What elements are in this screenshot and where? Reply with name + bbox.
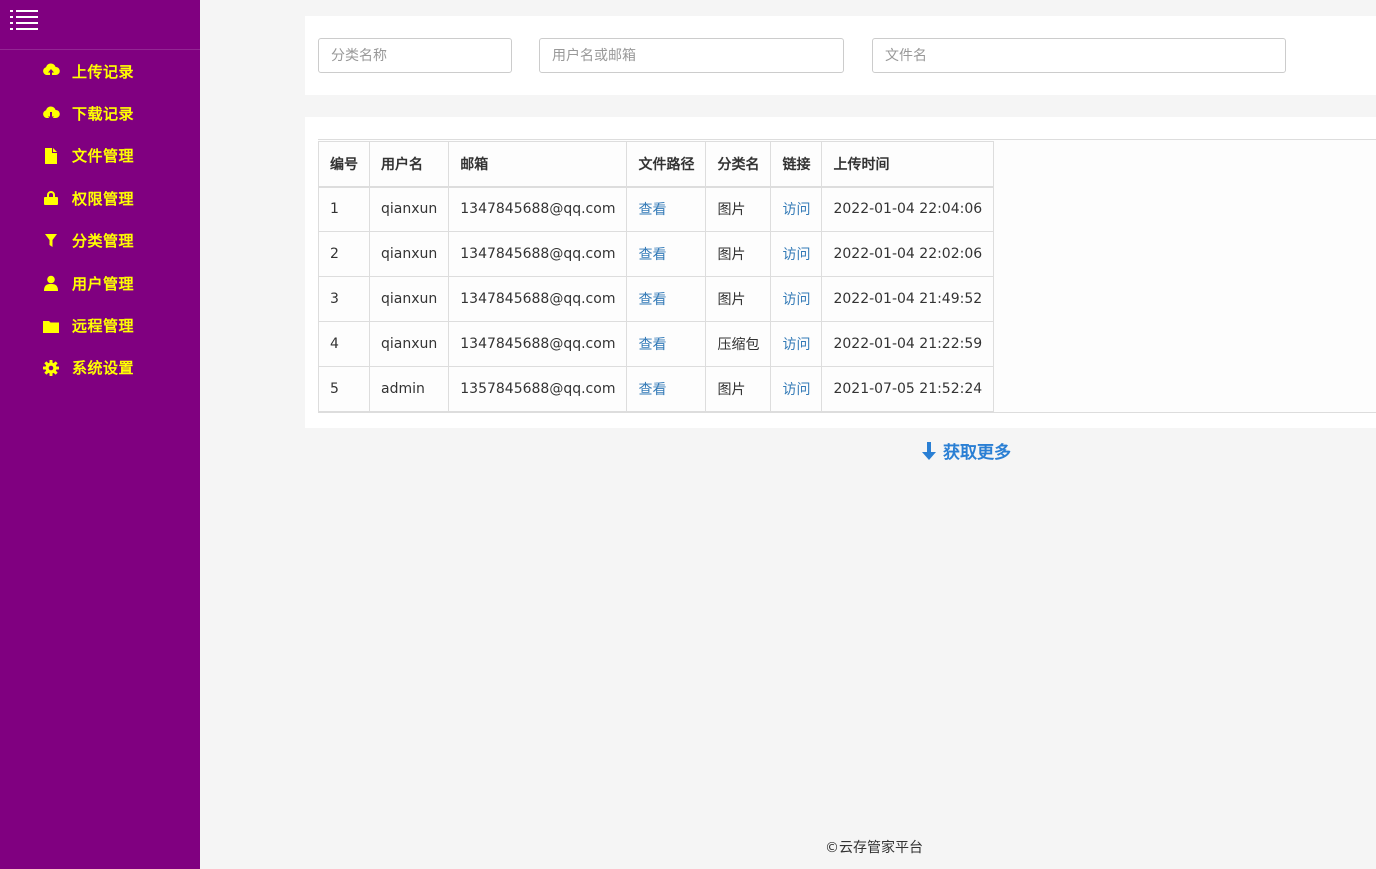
sidebar-nav: 上传记录 下载记录 文件管理 权限管理 分类管理 用户管理 远程管理 系统设置 — [0, 50, 200, 389]
cell-id: 4 — [318, 321, 370, 367]
cell-id: 2 — [318, 231, 370, 277]
filter-panel — [305, 16, 1376, 95]
sidebar: 上传记录 下载记录 文件管理 权限管理 分类管理 用户管理 远程管理 系统设置 — [0, 0, 200, 869]
cell-category: 图片 — [705, 366, 772, 412]
cell-id: 3 — [318, 276, 370, 322]
sidebar-item-download-records[interactable]: 下载记录 — [0, 92, 200, 134]
cell-file-path: 查看 — [626, 231, 707, 277]
lock-icon — [42, 189, 60, 207]
visit-link[interactable]: 访问 — [782, 337, 810, 353]
table-row: 4 qianxun 1347845688@qq.com 查看 压缩包 访问 20… — [318, 321, 995, 367]
cell-category: 图片 — [705, 186, 772, 232]
cell-upload-time: 2021-07-05 21:52:24 — [821, 366, 995, 412]
filename-input[interactable] — [872, 38, 1286, 73]
table-row: 2 qianxun 1347845688@qq.com 查看 图片 访问 202… — [318, 231, 995, 277]
table-row: 3 qianxun 1347845688@qq.com 查看 图片 访问 202… — [318, 276, 995, 322]
view-file-link[interactable]: 查看 — [638, 247, 666, 263]
sidebar-item-permission-management[interactable]: 权限管理 — [0, 177, 200, 219]
visit-link[interactable]: 访问 — [782, 202, 810, 218]
view-file-link[interactable]: 查看 — [638, 337, 666, 353]
sidebar-item-label: 分类管理 — [72, 232, 135, 251]
cell-email: 1347845688@qq.com — [448, 276, 628, 322]
cell-file-path: 查看 — [626, 276, 707, 322]
cell-upload-time: 2022-01-04 22:02:06 — [821, 231, 995, 277]
table-header-row: 编号 用户名 邮箱 文件路径 分类名 链接 上传时间 — [318, 141, 995, 188]
sidebar-item-upload-records[interactable]: 上传记录 — [0, 50, 200, 92]
filter-icon — [42, 232, 60, 250]
load-more-button[interactable]: 获取更多 — [921, 438, 1011, 463]
sidebar-item-system-settings[interactable]: 系统设置 — [0, 347, 200, 389]
table-container: 编号 用户名 邮箱 文件路径 分类名 链接 上传时间 1 qianxun 134… — [318, 139, 1376, 413]
cell-upload-time: 2022-01-04 21:22:59 — [821, 321, 995, 367]
visit-link[interactable]: 访问 — [782, 292, 810, 308]
cell-link: 访问 — [770, 366, 823, 412]
category-name-input[interactable] — [318, 38, 512, 73]
cell-file-path: 查看 — [626, 321, 707, 367]
sidebar-item-label: 用户管理 — [72, 274, 135, 293]
cell-id: 5 — [318, 366, 370, 412]
cloud-upload-icon — [42, 62, 60, 80]
column-header-link: 链接 — [770, 141, 823, 188]
sidebar-item-file-management[interactable]: 文件管理 — [0, 135, 200, 177]
cell-link: 访问 — [770, 231, 823, 277]
cell-email: 1347845688@qq.com — [448, 231, 628, 277]
column-header-file-path: 文件路径 — [626, 141, 707, 188]
cell-username: admin — [368, 366, 450, 412]
cell-email: 1357845688@qq.com — [448, 366, 628, 412]
footer-copyright: ©云存管家平台 — [825, 840, 923, 856]
column-header-category: 分类名 — [705, 141, 772, 188]
cell-file-path: 查看 — [626, 186, 707, 232]
sidebar-item-label: 远程管理 — [72, 317, 135, 336]
cell-email: 1347845688@qq.com — [448, 186, 628, 232]
cell-upload-time: 2022-01-04 21:49:52 — [821, 276, 995, 322]
sidebar-item-label: 文件管理 — [72, 147, 135, 166]
sidebar-item-category-management[interactable]: 分类管理 — [0, 220, 200, 262]
column-header-upload-time: 上传时间 — [821, 141, 995, 188]
load-more-label: 获取更多 — [943, 443, 1011, 463]
cell-username: qianxun — [368, 321, 450, 367]
sidebar-item-label: 权限管理 — [72, 189, 135, 208]
cell-category: 图片 — [705, 231, 772, 277]
username-or-email-input[interactable] — [539, 38, 844, 73]
cell-file-path: 查看 — [626, 366, 707, 412]
cell-username: qianxun — [368, 276, 450, 322]
sidebar-item-label: 系统设置 — [72, 359, 135, 378]
cell-category: 压缩包 — [705, 321, 772, 367]
visit-link[interactable]: 访问 — [782, 382, 810, 398]
arrow-down-icon — [922, 441, 936, 460]
upload-records-table: 编号 用户名 邮箱 文件路径 分类名 链接 上传时间 1 qianxun 134… — [318, 141, 995, 412]
sidebar-item-label: 下载记录 — [72, 105, 135, 124]
sidebar-item-label: 上传记录 — [72, 62, 135, 81]
column-header-username: 用户名 — [368, 141, 450, 188]
cell-username: qianxun — [368, 231, 450, 277]
sidebar-item-remote-management[interactable]: 远程管理 — [0, 304, 200, 346]
table-row: 5 admin 1357845688@qq.com 查看 图片 访问 2021-… — [318, 366, 995, 412]
cloud-download-icon — [42, 105, 60, 123]
menu-toggle-icon[interactable] — [10, 8, 40, 34]
cell-id: 1 — [318, 186, 370, 232]
view-file-link[interactable]: 查看 — [638, 202, 666, 218]
visit-link[interactable]: 访问 — [782, 247, 810, 263]
cell-category: 图片 — [705, 276, 772, 322]
view-file-link[interactable]: 查看 — [638, 382, 666, 398]
cell-email: 1347845688@qq.com — [448, 321, 628, 367]
user-icon — [42, 274, 60, 292]
column-header-email: 邮箱 — [448, 141, 628, 188]
folder-icon — [42, 317, 60, 335]
cell-link: 访问 — [770, 186, 823, 232]
sidebar-item-user-management[interactable]: 用户管理 — [0, 262, 200, 304]
cell-link: 访问 — [770, 321, 823, 367]
table-row: 1 qianxun 1347845688@qq.com 查看 图片 访问 202… — [318, 186, 995, 232]
cell-username: qianxun — [368, 186, 450, 232]
table-panel: 编号 用户名 邮箱 文件路径 分类名 链接 上传时间 1 qianxun 134… — [305, 117, 1376, 428]
cell-link: 访问 — [770, 276, 823, 322]
column-header-id: 编号 — [318, 141, 370, 188]
cell-upload-time: 2022-01-04 22:04:06 — [821, 186, 995, 232]
view-file-link[interactable]: 查看 — [638, 292, 666, 308]
file-icon — [42, 147, 60, 165]
gear-icon — [42, 359, 60, 377]
